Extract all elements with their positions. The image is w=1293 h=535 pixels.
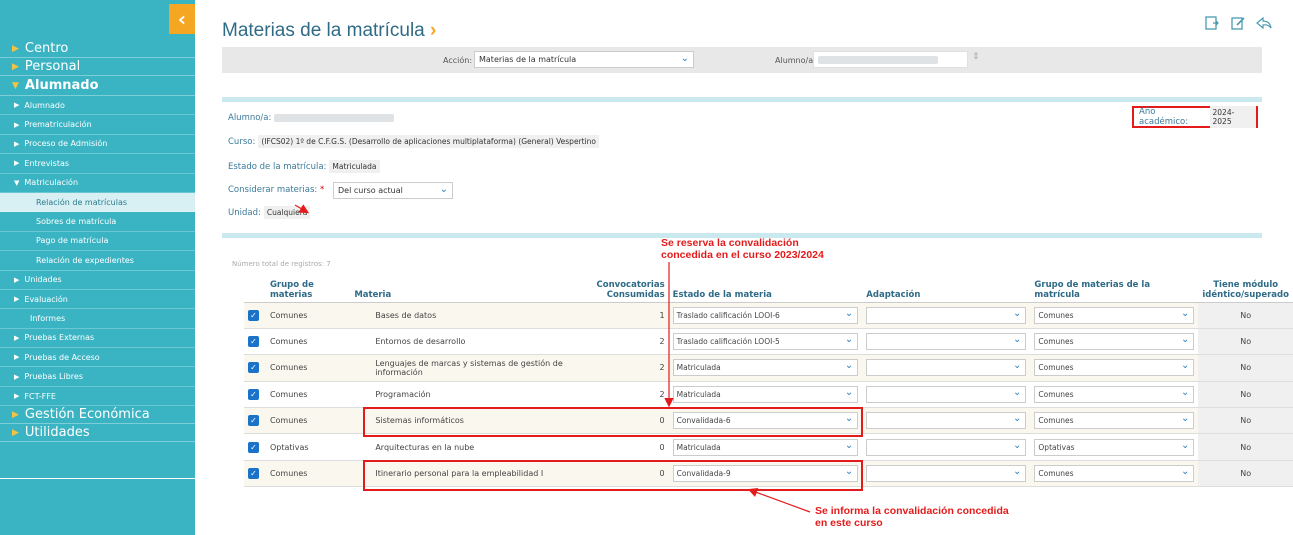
- triangle-right-icon: ▶: [14, 159, 20, 168]
- main-content: Materias de la matrícula › Acción: Mater…: [195, 0, 1293, 535]
- sidebar-subitem-pago-matricula[interactable]: Pago de matrícula: [0, 232, 195, 252]
- sidebar-item-label: Sobres de matrícula: [36, 217, 117, 227]
- sidebar-subitem-unidades[interactable]: ▶ Unidades: [0, 271, 195, 290]
- triangle-right-icon: ▶: [12, 409, 19, 420]
- triangle-right-icon: ▶: [12, 427, 19, 438]
- sidebar-item-label: Evaluación: [24, 294, 68, 304]
- sidebar-item-label: Pago de matrícula: [36, 236, 109, 246]
- arrow-bottom: [747, 487, 811, 513]
- sidebar-item-label: Proceso de Admisión: [24, 139, 108, 149]
- sidebar-subitem-prematriculacion[interactable]: ▶ Prematriculación: [0, 115, 195, 135]
- sidebar-item-label: Alumnado: [24, 100, 65, 110]
- sidebar-item-alumnado[interactable]: ▼ Alumnado: [0, 76, 195, 96]
- sidebar-subitem-relacion-matriculas[interactable]: Relación de matrículas: [0, 192, 195, 213]
- triangle-right-icon: ▶: [14, 139, 20, 148]
- sidebar-subitem-pruebas-externas[interactable]: ▶ Pruebas Externas: [0, 329, 195, 349]
- sidebar-item-utilidades[interactable]: ▶ Utilidades: [0, 424, 195, 443]
- sidebar-subitem-evaluacion[interactable]: ▶ Evaluación: [0, 290, 195, 310]
- sidebar-subitem-pruebas-libres[interactable]: ▶ Pruebas Libres: [0, 367, 195, 387]
- sidebar-item-label: Relación de expedientes: [36, 255, 134, 265]
- sidebar: ‹ ▶ Centro ▶ Personal ▼ Alumnado ▶ Alumnado …: [0, 0, 195, 535]
- triangle-right-icon: ▶: [14, 392, 20, 401]
- sidebar-item-label: Informes: [30, 313, 66, 323]
- annotation-arrows: [294, 204, 811, 513]
- sidebar-item-label: Pruebas de Acceso: [24, 352, 100, 362]
- sidebar-item-label: Utilidades: [24, 425, 90, 441]
- sidebar-item-label: Alumnado: [24, 78, 99, 93]
- sidebar-item-label: Relación de matrículas: [36, 197, 128, 207]
- sidebar-subitem-matriculacion[interactable]: ▼ Matriculación: [0, 174, 195, 193]
- triangle-right-icon: ▶: [14, 295, 20, 304]
- sidebar-top: ‹: [0, 0, 195, 40]
- triangle-right-icon: ▶: [14, 372, 20, 381]
- triangle-right-icon: ▶: [12, 61, 19, 72]
- triangle-right-icon: ▶: [14, 333, 20, 342]
- triangle-right-icon: ▶: [14, 275, 20, 284]
- sidebar-item-label: Entrevistas: [24, 158, 70, 168]
- sidebar-item-label: Prematriculación: [24, 120, 92, 130]
- sidebar-item-centro[interactable]: ▶ Centro: [0, 40, 195, 58]
- sidebar-subitem-fct-ffe[interactable]: ▶ FCT-FFE: [0, 387, 195, 407]
- triangle-right-icon: ▶: [14, 120, 20, 129]
- sidebar-subitem-informes[interactable]: Informes: [0, 309, 195, 329]
- sidebar-item-label: Centro: [24, 41, 69, 56]
- sidebar-item-gestion-economica[interactable]: ▶ Gestión Económica: [0, 406, 195, 425]
- sidebar-item-label: Pruebas Externas: [24, 333, 95, 343]
- sidebar-subitem-sobres-matricula[interactable]: Sobres de matrícula: [0, 212, 195, 232]
- sidebar-subitem-alumnado[interactable]: ▶ Alumnado: [0, 96, 195, 116]
- sidebar-item-label: Matriculación: [24, 178, 79, 188]
- triangle-right-icon: ▶: [12, 43, 19, 54]
- sidebar-subitem-entrevistas[interactable]: ▶ Entrevistas: [0, 154, 195, 174]
- sidebar-divider: [0, 478, 195, 479]
- sidebar-item-personal[interactable]: ▶ Personal: [0, 58, 195, 76]
- chevron-left-icon[interactable]: ‹: [169, 4, 195, 34]
- sidebar-item-label: Gestión Económica: [24, 407, 150, 423]
- sidebar-subitem-pruebas-acceso[interactable]: ▶ Pruebas de Acceso: [0, 348, 195, 368]
- sidebar-item-label: Personal: [24, 59, 81, 74]
- sidebar-item-label: FCT-FFE: [24, 391, 56, 401]
- triangle-down-icon: ▼: [12, 80, 19, 91]
- sidebar-item-label: Unidades: [24, 275, 62, 285]
- arrow-unidad: [294, 204, 310, 214]
- triangle-down-icon: ▼: [14, 178, 20, 187]
- sidebar-subitem-relacion-expedientes[interactable]: Relación de expedientes: [0, 251, 195, 271]
- app-window: ‹ ▶ Centro ▶ Personal ▼ Alumnado ▶ Alumnado …: [0, 0, 1293, 535]
- sidebar-item-label: Pruebas Libres: [24, 372, 84, 382]
- sidebar-subitem-proceso-admision[interactable]: ▶ Proceso de Admisión: [0, 135, 195, 155]
- triangle-right-icon: ▶: [14, 101, 20, 110]
- triangle-right-icon: ▶: [14, 353, 20, 362]
